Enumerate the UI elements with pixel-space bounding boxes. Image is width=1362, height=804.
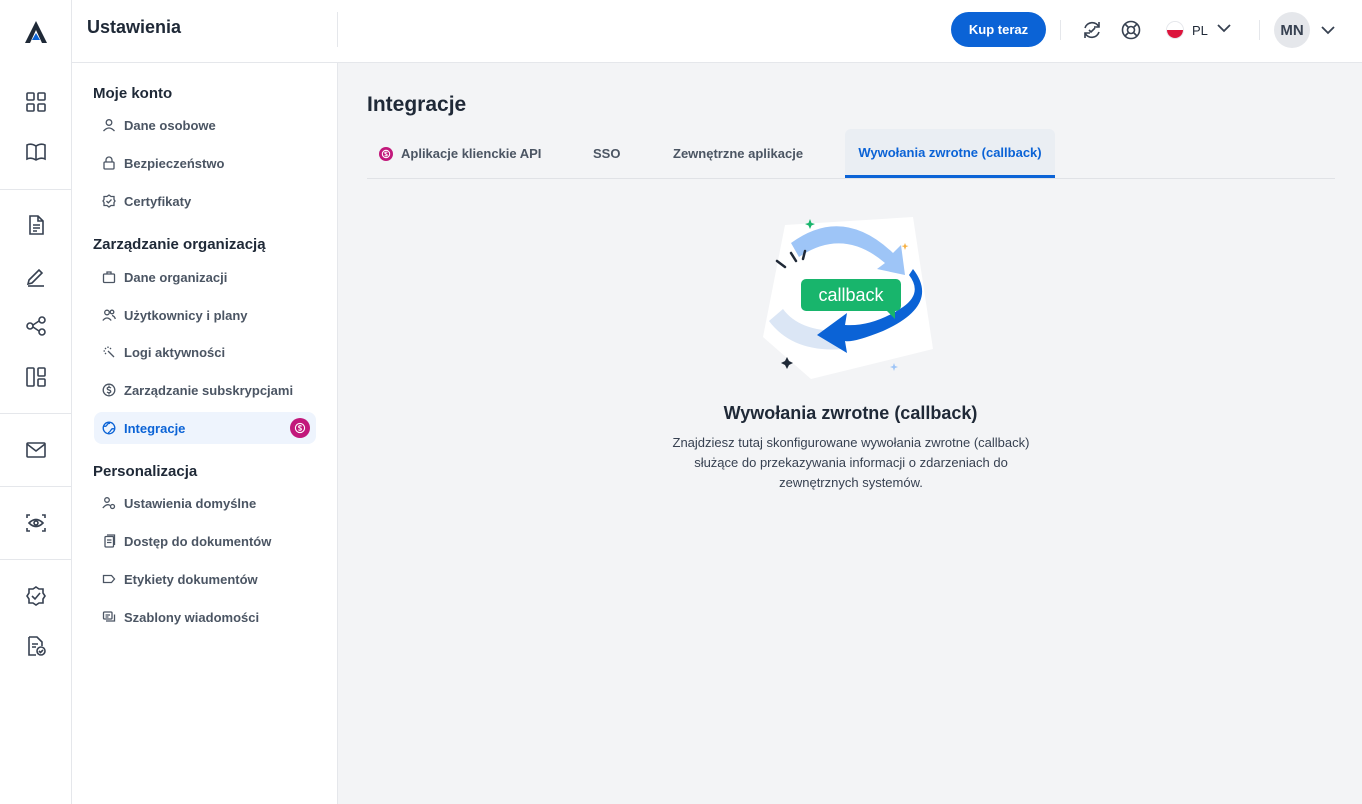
nav-item-label: Integracje [124,420,186,436]
book-icon[interactable] [22,138,50,166]
mail-icon[interactable] [22,436,50,464]
nav-item-label: Szablony wiadomości [124,609,260,625]
nav-item-users-plans[interactable]: Użytkownicy i plany [94,299,316,331]
tab-api-client-apps[interactable]: Aplikacje klienckie API [367,129,553,178]
nav-item-label: Dane organizacji [124,269,228,285]
integration-tabs: Aplikacje klienckie API SSO Zewnętrzne a… [367,129,1335,179]
chevron-down-icon[interactable] [1316,18,1340,42]
nav-group-personalization: Personalizacja [93,463,198,480]
rail-divider [0,559,71,560]
header-divider [1060,20,1061,40]
verified-badge-icon[interactable] [22,582,50,610]
main-content: Integracje Aplikacje klienckie API SSO Z… [339,63,1362,804]
certificate-icon [102,194,116,208]
help-lifebuoy-icon[interactable] [1119,18,1143,42]
nav-item-label: Dostęp do dokumentów [124,533,272,549]
header-divider [337,12,338,47]
dashboard-icon[interactable] [22,88,50,116]
language-selector[interactable]: PL [1166,18,1236,42]
empty-state-title: Wywołania zwrotne (callback) [723,403,978,423]
page-title: Integracje [367,93,467,116]
eye-scan-icon[interactable] [22,509,50,537]
empty-state-description: Znajdziesz tutaj skonfigurowane wywołani… [672,435,1030,490]
nav-group-my-account: Moje konto [93,85,173,102]
nav-item-label: Dane osobowe [124,117,216,133]
messages-icon [102,610,116,624]
rail-divider [0,486,71,487]
tab-sso[interactable]: SSO [581,129,632,178]
callback-illustration-label: callback [818,285,884,305]
buy-now-button[interactable]: Kup teraz [951,12,1046,47]
pro-icon [379,146,393,161]
top-bar: Ustawienia Kup teraz PL MN [72,0,1362,63]
tag-icon [102,572,116,586]
chevron-down-icon [1216,20,1232,41]
user-avatar[interactable]: MN [1274,12,1310,48]
nav-item-subscriptions[interactable]: Zarządzanie subskrypcjami [94,374,316,406]
sync-icon[interactable] [1080,18,1104,42]
nav-item-document-labels[interactable]: Etykiety dokumentów [94,563,316,595]
documents-icon [102,534,116,548]
nav-item-security[interactable]: Bezpieczeństwo [94,147,316,179]
globe-icon [102,421,116,435]
nav-item-label: Zarządzanie subskrypcjami [124,382,294,398]
page-header-title: Ustawienia [87,17,182,37]
nav-item-label: Ustawienia domyślne [124,495,257,511]
user-icon [102,118,116,132]
document-check-icon[interactable] [22,632,50,660]
nav-item-label: Bezpieczeństwo [124,155,225,171]
nav-item-label: Użytkownicy i plany [124,307,248,323]
nav-item-label: Etykiety dokumentów [124,571,258,587]
workflow-icon[interactable] [22,312,50,340]
tab-callbacks[interactable]: Wywołania zwrotne (callback) [845,129,1055,178]
nav-item-personal-data[interactable]: Dane osobowe [94,109,316,141]
nav-item-label: Certyfikaty [124,193,192,209]
tab-external-apps[interactable]: Zewnętrzne aplikacje [661,129,815,178]
nav-item-integrations[interactable]: Integracje [94,412,316,444]
templates-icon[interactable] [22,363,50,391]
tab-label: SSO [593,146,621,161]
user-settings-icon [102,496,116,510]
app-rail [0,0,72,804]
header-divider [1259,20,1260,40]
rail-divider [0,189,71,190]
pro-icon [290,418,310,438]
tab-label: Zewnętrzne aplikacje [673,146,804,161]
nav-item-organization-data[interactable]: Dane organizacji [94,261,316,293]
coin-icon [102,383,116,397]
activity-icon [102,345,116,359]
tab-label: Wywołania zwrotne (callback) [858,144,1042,160]
nav-item-document-access[interactable]: Dostęp do dokumentów [94,525,316,557]
callback-illustration: callback [763,217,933,379]
language-code: PL [1192,22,1208,38]
nav-item-certificates[interactable]: Certyfikaty [94,185,316,217]
rail-divider [0,413,71,414]
tab-label: Aplikacje klienckie API [401,146,542,161]
nav-group-organization: Zarządzanie organizacją [93,236,266,253]
settings-navigation: Moje konto Dane osobowe Bezpieczeństwo C… [72,63,338,804]
nav-item-message-templates[interactable]: Szablony wiadomości [94,601,316,633]
lock-icon [102,156,116,170]
briefcase-icon [102,270,116,284]
poland-flag-icon [1166,21,1184,39]
nav-item-label: Logi aktywności [124,344,226,360]
users-icon [102,308,116,322]
nav-item-activity-logs[interactable]: Logi aktywności [94,336,316,368]
document-icon[interactable] [22,211,50,239]
app-logo-icon[interactable] [22,18,50,46]
signature-icon[interactable] [22,262,50,290]
nav-item-default-settings[interactable]: Ustawienia domyślne [94,487,316,519]
